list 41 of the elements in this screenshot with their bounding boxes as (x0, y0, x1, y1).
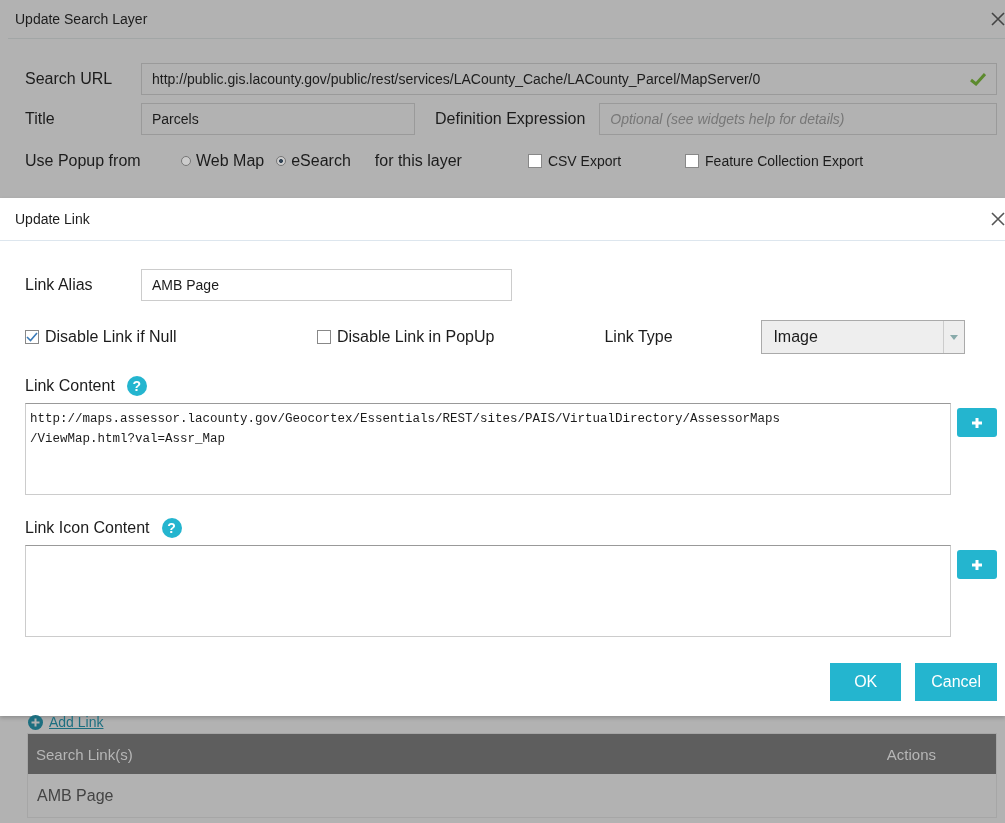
table-cell: AMB Page (37, 786, 114, 805)
field-label: Definition Expression (435, 110, 586, 128)
field-placeholder: Optional (see widgets help for details) (610, 111, 845, 127)
checkbox-option[interactable]: Feature Collection Export (685, 153, 864, 169)
checkbox-option[interactable]: Disable Link if Null (25, 328, 317, 346)
url-field[interactable]: http://public.gis.lacounty.gov/public/rest/services/LACounty_Cache/LACounty_Parcel/MapServer/0 (141, 63, 997, 95)
caret-icon (950, 334, 959, 340)
add-button[interactable] (957, 550, 997, 579)
field-label: Title (25, 110, 56, 128)
close-icon[interactable] (991, 12, 1005, 26)
field-value: Parcels (152, 111, 199, 127)
field-value: http://public.gis.lacounty.gov/public/rest/services/LACounty_Cache/LACounty_Parcel/MapServer/0 (152, 71, 761, 87)
checkbox-option[interactable]: Disable Link in PopUp (317, 328, 495, 346)
check-icon (26, 332, 38, 342)
link-type-dropdown[interactable]: Image (761, 320, 966, 354)
section-label: Link Content (25, 377, 115, 395)
field-value: http://maps.assessor.lacounty.gov/Geocortex/Essentials/REST/sites/PAIS/VirtualDirectory/AssessorMaps /ViewMap.html?val=Assr_Map (30, 412, 781, 446)
field-value: AMB Page (152, 277, 219, 293)
title-field[interactable]: Parcels (141, 103, 415, 135)
alias-field[interactable]: AMB Page (141, 269, 512, 301)
column-header: Actions (886, 745, 936, 763)
dialog-title: Update Search Layer (15, 11, 148, 27)
plus-circle-icon (28, 714, 43, 730)
link-icon-content-field[interactable] (25, 545, 952, 637)
plus-icon (971, 558, 984, 571)
suffix-text: for this layer (374, 152, 462, 170)
field-label: Search URL (25, 70, 114, 88)
radio-option[interactable]: eSearch (276, 152, 351, 170)
add-button[interactable] (957, 408, 997, 437)
field-label: Link Alias (25, 276, 94, 294)
dialog-title: Update Link (15, 211, 90, 227)
field-label: Use Popup from (25, 152, 141, 170)
radio-option[interactable]: Web Map (181, 152, 265, 170)
plus-icon (971, 416, 984, 429)
checkbox-option[interactable]: CSV Export (527, 153, 622, 169)
column-header: Search Link(s) (36, 745, 133, 763)
link-content-field[interactable]: http://maps.assessor.lacounty.gov/Geocortex/Essentials/REST/sites/PAIS/VirtualDirectory/AssessorMaps /ViewMap.html?val=Assr_Map (25, 403, 952, 495)
close-icon[interactable] (991, 212, 1005, 226)
field-label: Link Type (604, 328, 674, 346)
section-label: Link Icon Content (25, 519, 150, 537)
table-row[interactable]: AMB Page (28, 774, 996, 817)
